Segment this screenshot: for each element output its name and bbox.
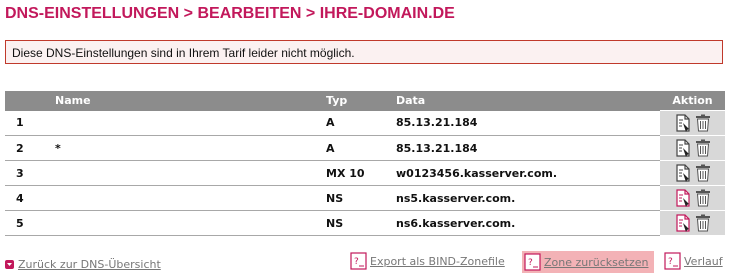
row-name: * — [55, 135, 326, 161]
row-number: 5 — [5, 210, 55, 236]
table-row: 2 * A 85.13.21.184 — [5, 135, 725, 161]
dns-records-table: Name Typ Data Aktion 1 A 85.13.21.184 2 … — [5, 91, 725, 236]
back-arrow-icon — [5, 259, 14, 269]
row-number: 4 — [5, 185, 55, 211]
row-type: NS — [326, 210, 396, 236]
table-row: 5 NS ns6.kasserver.com. — [5, 210, 725, 236]
row-data: ns5.kasserver.com. — [396, 185, 660, 211]
svg-text:?: ? — [354, 257, 359, 267]
row-data: 85.13.21.184 — [396, 110, 660, 136]
row-actions — [660, 160, 725, 186]
row-number: 2 — [5, 135, 55, 161]
reset-link-label: Zone zurücksetzen — [544, 255, 649, 269]
row-name — [55, 210, 326, 236]
svg-text:?: ? — [528, 258, 533, 268]
reset-zone-link[interactable]: ? Zone zurücksetzen — [522, 251, 655, 273]
edit-red-icon[interactable] — [674, 189, 692, 207]
back-to-dns-overview-link[interactable]: Zurück zur DNS-Übersicht — [5, 254, 161, 274]
trash-icon[interactable] — [695, 164, 711, 182]
row-actions — [660, 135, 725, 161]
row-data: w0123456.kasserver.com. — [396, 160, 660, 186]
row-name — [55, 160, 326, 186]
trash-icon[interactable] — [695, 139, 711, 157]
row-number: 3 — [5, 160, 55, 186]
edit-red-icon[interactable] — [674, 214, 692, 232]
row-type: NS — [326, 185, 396, 211]
row-name — [55, 185, 326, 211]
row-type: A — [326, 110, 396, 136]
col-header-name: Name — [55, 91, 326, 111]
col-header-num — [5, 91, 55, 111]
trash-icon[interactable] — [695, 189, 711, 207]
back-link-label: Zurück zur DNS-Übersicht — [18, 257, 161, 271]
row-data: ns6.kasserver.com. — [396, 210, 660, 236]
row-data: 85.13.21.184 — [396, 135, 660, 161]
table-row: 1 A 85.13.21.184 — [5, 110, 725, 136]
row-actions — [660, 110, 725, 136]
edit-icon[interactable] — [674, 164, 692, 182]
alert-message: Diese DNS-Einstellungen sind in Ihrem Ta… — [12, 46, 355, 60]
error-alert: Diese DNS-Einstellungen sind in Ihrem Ta… — [5, 40, 723, 64]
table-row: 4 NS ns5.kasserver.com. — [5, 185, 725, 211]
export-link-label: Export als BIND-Zonefile — [370, 254, 505, 268]
export-bind-zonefile-link[interactable]: ? Export als BIND-Zonefile — [350, 251, 505, 271]
history-link[interactable]: ? Verlauf — [664, 251, 723, 271]
row-actions — [660, 210, 725, 236]
row-type: MX 10 — [326, 160, 396, 186]
edit-icon[interactable] — [674, 114, 692, 132]
trash-icon[interactable] — [695, 114, 711, 132]
col-header-data: Data — [396, 91, 660, 111]
edit-icon[interactable] — [674, 139, 692, 157]
row-actions — [660, 185, 725, 211]
col-header-action: Aktion — [660, 91, 725, 111]
history-link-label: Verlauf — [684, 254, 723, 268]
footer-actions: Zurück zur DNS-Übersicht ? Export als BI… — [0, 251, 730, 277]
table-row: 3 MX 10 w0123456.kasserver.com. — [5, 160, 725, 186]
trash-icon[interactable] — [695, 214, 711, 232]
row-type: A — [326, 135, 396, 161]
svg-text:?: ? — [668, 257, 673, 267]
table-header-row: Name Typ Data Aktion — [5, 91, 725, 111]
page-title: DNS-EINSTELLUNGEN > BEARBEITEN > IHRE-DO… — [5, 5, 455, 22]
row-number: 1 — [5, 110, 55, 136]
document-icon: ? — [524, 253, 541, 271]
col-header-typ: Typ — [326, 91, 396, 111]
document-icon: ? — [664, 252, 681, 270]
row-name — [55, 110, 326, 136]
document-icon: ? — [350, 252, 367, 270]
